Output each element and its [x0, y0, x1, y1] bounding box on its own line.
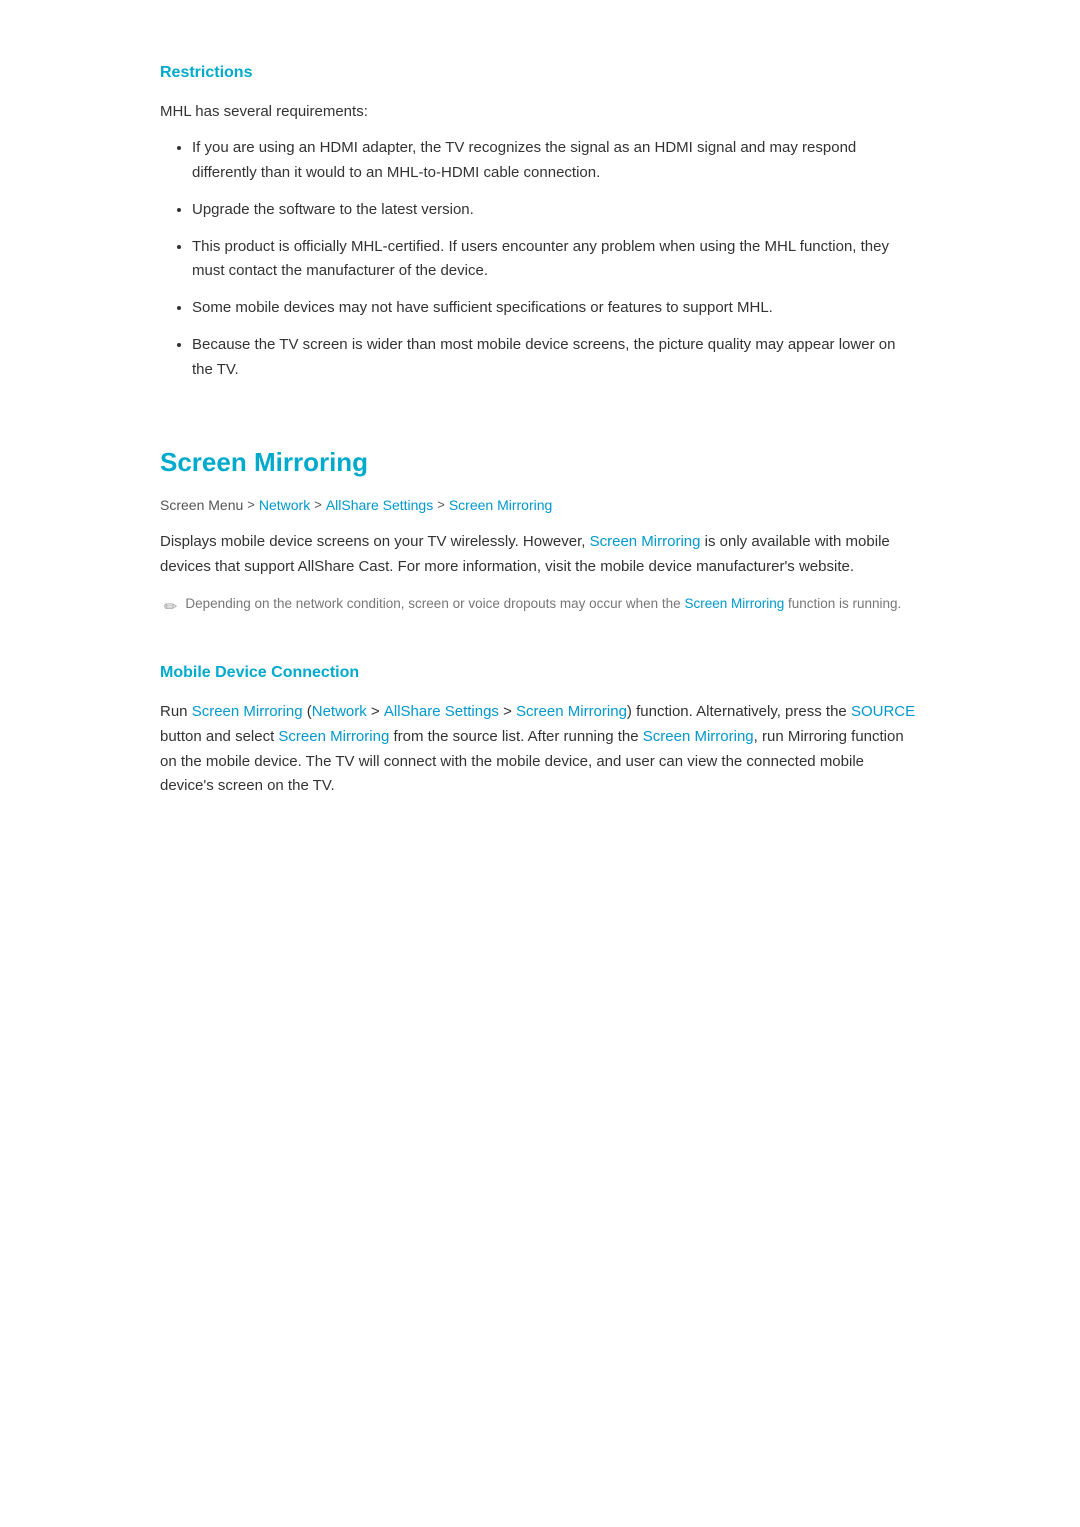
- restrictions-title: Restrictions: [160, 60, 920, 86]
- breadcrumb-allshare[interactable]: AllShare Settings: [326, 494, 433, 516]
- breadcrumb: Screen Menu > Network > AllShare Setting…: [160, 494, 920, 516]
- para-start: Run: [160, 703, 192, 720]
- screen-mirroring-description: Displays mobile device screens on your T…: [160, 530, 920, 580]
- para-link1[interactable]: Screen Mirroring: [192, 703, 303, 720]
- list-item: If you are using an HDMI adapter, the TV…: [192, 136, 920, 186]
- para-mid: function. Alternatively, press the: [632, 703, 851, 720]
- description-link[interactable]: Screen Mirroring: [590, 533, 701, 550]
- mobile-device-section: Mobile Device Connection Run Screen Mirr…: [160, 660, 920, 799]
- screen-mirroring-link2[interactable]: Screen Mirroring: [278, 728, 389, 745]
- para-breadcrumb-sep3: >: [499, 703, 516, 720]
- note-text-end: function is running.: [784, 596, 901, 611]
- breadcrumb-screen-mirroring[interactable]: Screen Mirroring: [449, 494, 552, 516]
- restrictions-section: Restrictions MHL has several requirement…: [160, 60, 920, 382]
- list-item: This product is officially MHL-certified…: [192, 235, 920, 285]
- mobile-device-description: Run Screen Mirroring (Network > AllShare…: [160, 700, 920, 799]
- note-text-start: Depending on the network condition, scre…: [185, 596, 684, 611]
- breadcrumb-sep-2: >: [314, 495, 322, 516]
- mobile-device-title: Mobile Device Connection: [160, 660, 920, 686]
- breadcrumb-sep-1: >: [247, 495, 255, 516]
- note-text-link[interactable]: Screen Mirroring: [684, 596, 784, 611]
- para-breadcrumb-sep2: >: [367, 703, 384, 720]
- screen-mirroring-section: Screen Mirroring Screen Menu > Network >…: [160, 442, 920, 620]
- para-mid3: from the source list. After running the: [389, 728, 642, 745]
- source-link[interactable]: SOURCE: [851, 703, 915, 720]
- para-breadcrumb-screen-mirroring[interactable]: Screen Mirroring: [516, 703, 627, 720]
- list-item: Because the TV screen is wider than most…: [192, 333, 920, 383]
- breadcrumb-network[interactable]: Network: [259, 494, 310, 516]
- restrictions-intro: MHL has several requirements:: [160, 100, 920, 125]
- para-breadcrumb-allshare[interactable]: AllShare Settings: [384, 703, 499, 720]
- note-text: Depending on the network condition, scre…: [185, 594, 901, 615]
- restrictions-list: If you are using an HDMI adapter, the TV…: [160, 136, 920, 382]
- pencil-icon: ✏: [164, 595, 177, 621]
- list-item: Upgrade the software to the latest versi…: [192, 198, 920, 223]
- screen-mirroring-title: Screen Mirroring: [160, 442, 920, 484]
- description-start: Displays mobile device screens on your T…: [160, 533, 590, 550]
- screen-mirroring-link3[interactable]: Screen Mirroring: [643, 728, 754, 745]
- page-container: Restrictions MHL has several requirement…: [80, 0, 1000, 871]
- breadcrumb-sep-3: >: [437, 495, 445, 516]
- list-item: Some mobile devices may not have suffici…: [192, 296, 920, 321]
- breadcrumb-screen-menu: Screen Menu: [160, 494, 243, 516]
- note-box: ✏ Depending on the network condition, sc…: [160, 594, 920, 621]
- para-mid2: button and select: [160, 728, 278, 745]
- para-breadcrumb-open: (: [303, 703, 312, 720]
- para-breadcrumb-network[interactable]: Network: [312, 703, 367, 720]
